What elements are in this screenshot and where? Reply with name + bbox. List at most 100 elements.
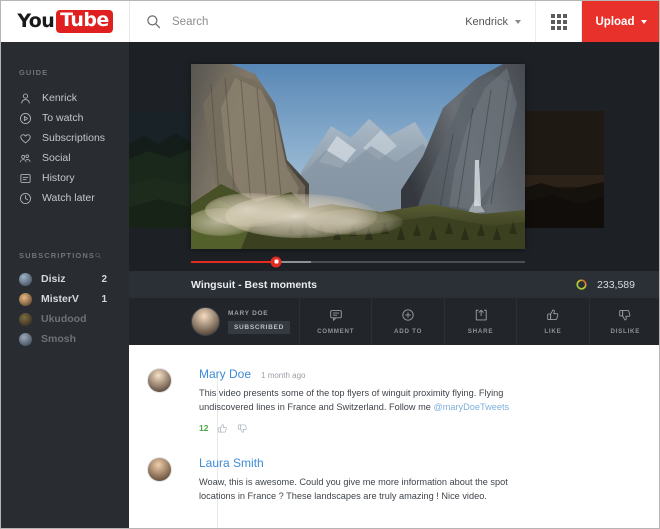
speech-bubble-icon xyxy=(329,308,343,322)
progress-scrubber-handle[interactable] xyxy=(271,256,282,267)
subscribe-button[interactable]: SUBSCRIBED xyxy=(228,321,290,334)
subscription-item-disiz[interactable]: Disiz 2 xyxy=(1,269,129,289)
thumbs-down-icon[interactable] xyxy=(237,423,248,434)
comments-section: Mary Doe 1 month ago This video presents… xyxy=(129,345,660,529)
search-bar[interactable] xyxy=(129,1,451,42)
share-arrow-icon xyxy=(474,308,488,322)
sidebar-item-to-watch[interactable]: To watch xyxy=(1,108,129,128)
youtube-logo[interactable]: You Tube xyxy=(1,1,129,42)
account-menu[interactable]: Kendrick xyxy=(451,1,536,42)
person-icon xyxy=(19,92,32,105)
comment-author[interactable]: Mary Doe xyxy=(199,367,251,381)
action-label: LIKE xyxy=(544,328,561,335)
thumbs-up-icon xyxy=(546,308,560,322)
view-ring-icon xyxy=(575,278,588,291)
avatar xyxy=(19,313,32,326)
sidebar-subs-heading: SUBSCRIPTIONS xyxy=(1,251,95,260)
youtube-page: You Tube Kendrick Upload GUIDE xyxy=(0,0,660,529)
upload-button[interactable]: Upload xyxy=(582,1,660,42)
action-label: SHARE xyxy=(468,328,493,335)
sidebar-item-subscriptions[interactable]: Subscriptions xyxy=(1,128,129,148)
sidebar: GUIDE Kenrick To watch Subscriptions Soc… xyxy=(1,42,129,529)
comment-text: This video presents some of the top flye… xyxy=(199,386,539,415)
add-to-button[interactable]: ADD TO xyxy=(372,298,444,345)
comment-item: Laura Smith Woaw, this is awesome. Could… xyxy=(199,456,633,504)
list-box-icon xyxy=(19,172,32,185)
top-header: You Tube Kendrick Upload xyxy=(1,1,660,42)
group-icon xyxy=(19,152,32,165)
avatar[interactable] xyxy=(147,457,172,482)
plus-circle-icon xyxy=(401,308,415,322)
subscription-item-smosh[interactable]: Smosh xyxy=(1,329,129,349)
progress-bar[interactable] xyxy=(191,261,525,263)
comment-actions: 12 xyxy=(199,423,633,434)
comment-timestamp: 1 month ago xyxy=(261,371,305,380)
apps-grid-button[interactable] xyxy=(536,1,582,42)
logo-text-tube: Tube xyxy=(56,10,113,32)
video-frame[interactable] xyxy=(191,64,525,249)
search-icon xyxy=(146,14,161,29)
sidebar-item-social[interactable]: Social xyxy=(1,148,129,168)
clock-icon xyxy=(19,192,32,205)
sidebar-item-history[interactable]: History xyxy=(1,168,129,188)
avatar[interactable] xyxy=(147,368,172,393)
subscription-name: Ukudood xyxy=(41,313,98,325)
sidebar-guide-heading: GUIDE xyxy=(1,68,129,77)
comment-button[interactable]: COMMENT xyxy=(300,298,372,345)
comment-like-count: 12 xyxy=(199,423,208,433)
avatar[interactable] xyxy=(191,307,220,336)
yosemite-valley-video-image xyxy=(191,64,525,249)
sidebar-item-kenrick[interactable]: Kenrick xyxy=(1,88,129,108)
subscriptions-section: SUBSCRIPTIONS Disiz 2 MisterV 1 Ukudood xyxy=(1,250,129,349)
account-name: Kendrick xyxy=(465,16,508,28)
video-action-bar: MARY DOE SUBSCRIBED COMMENT xyxy=(129,298,660,345)
thumbs-down-icon xyxy=(618,308,632,322)
logo-text-you: You xyxy=(17,12,54,31)
chevron-down-icon xyxy=(641,20,647,24)
page-title: Wingsuit - Best moments xyxy=(191,279,575,291)
action-label: DISLIKE xyxy=(610,328,640,335)
chevron-down-icon xyxy=(515,20,521,24)
subscription-count: 2 xyxy=(101,274,107,285)
share-button[interactable]: SHARE xyxy=(445,298,517,345)
subscription-name: Disiz xyxy=(41,273,92,285)
sidebar-item-label: To watch xyxy=(42,112,83,124)
subscription-count: 1 xyxy=(101,294,107,305)
channel-name: MARY DOE xyxy=(228,310,290,317)
dislike-button[interactable]: DISLIKE xyxy=(590,298,660,345)
grid-icon xyxy=(551,14,567,30)
sidebar-item-watch-later[interactable]: Watch later xyxy=(1,188,129,208)
comment-text: Woaw, this is awesome. Could you give me… xyxy=(199,475,539,504)
progress-played xyxy=(191,261,276,263)
channel-cell: MARY DOE SUBSCRIBED xyxy=(186,298,300,345)
clock-play-icon xyxy=(19,112,32,125)
landscape-thumbnail-right-image xyxy=(521,111,604,228)
search-icon[interactable] xyxy=(95,250,101,261)
avatar xyxy=(19,333,32,346)
video-progress-row xyxy=(129,252,660,271)
sidebar-item-label: Social xyxy=(42,152,71,164)
sidebar-item-label: Kenrick xyxy=(42,92,77,104)
view-count-group: 233,589 xyxy=(575,278,635,291)
heart-icon xyxy=(19,132,32,145)
next-video-thumbnail[interactable] xyxy=(521,111,604,228)
subscription-item-ukudood[interactable]: Ukudood xyxy=(1,309,129,329)
thumbs-up-icon[interactable] xyxy=(217,423,228,434)
main-content: Wingsuit - Best moments 233,589 xyxy=(129,42,660,529)
video-player-stage xyxy=(129,42,660,271)
action-label: ADD TO xyxy=(394,328,422,335)
like-button[interactable]: LIKE xyxy=(517,298,589,345)
search-input[interactable] xyxy=(172,16,412,28)
avatar xyxy=(19,293,32,306)
sidebar-item-label: Watch later xyxy=(42,192,95,204)
sidebar-item-label: Subscriptions xyxy=(42,132,105,144)
video-title-bar: Wingsuit - Best moments 233,589 xyxy=(129,271,660,298)
action-label: COMMENT xyxy=(317,328,354,335)
view-count: 233,589 xyxy=(597,279,635,291)
subscription-item-misterv[interactable]: MisterV 1 xyxy=(1,289,129,309)
upload-label: Upload xyxy=(596,16,635,28)
comment-item: Mary Doe 1 month ago This video presents… xyxy=(199,367,633,434)
comment-author[interactable]: Laura Smith xyxy=(199,456,264,470)
subscription-name: MisterV xyxy=(41,293,92,305)
comment-mention[interactable]: @maryDoeTweets xyxy=(433,402,509,412)
